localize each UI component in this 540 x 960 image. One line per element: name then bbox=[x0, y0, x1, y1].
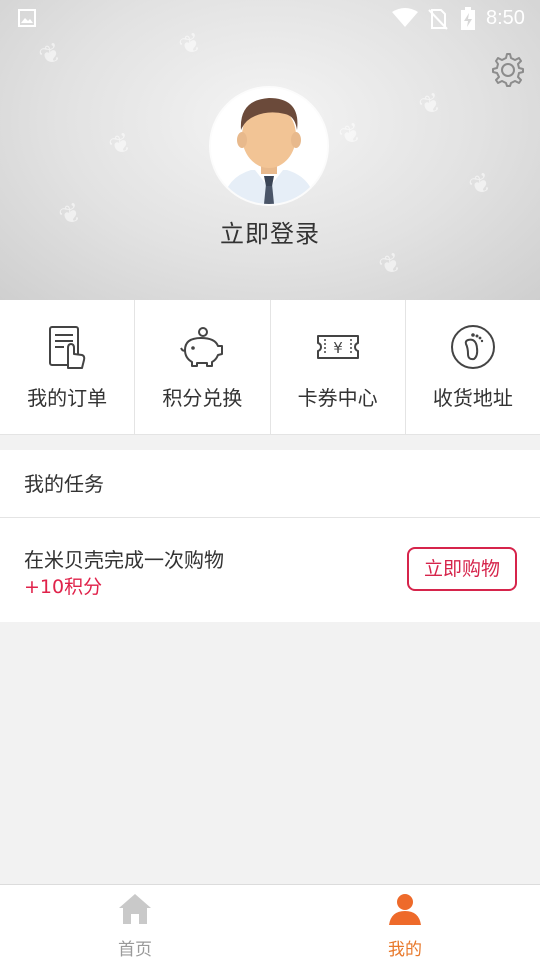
shortcut-label: 收货地址 bbox=[432, 386, 513, 410]
tab-mine[interactable]: 我的 bbox=[270, 885, 540, 960]
shortcut-label: 积分兑换 bbox=[162, 386, 243, 410]
watermark-pattern: ❦ bbox=[104, 126, 138, 164]
login-button[interactable]: 立即登录 bbox=[0, 214, 540, 249]
watermark-pattern: ❦ bbox=[414, 86, 448, 124]
svg-text:¥: ¥ bbox=[333, 339, 343, 357]
shortcut-coupon-center[interactable]: ¥ 卡券中心 bbox=[271, 300, 406, 434]
watermark-pattern: ❦ bbox=[374, 246, 408, 284]
status-bar: 8:50 bbox=[0, 0, 540, 38]
shortcut-label: 我的订单 bbox=[27, 386, 108, 410]
order-list-icon bbox=[49, 326, 86, 369]
profile-header: ❦ ❦ ❦ ❦ ❦ ❦ ❦ ❦ 8:50 立即登录 bbox=[0, 0, 540, 300]
task-points: +10积分 bbox=[24, 576, 103, 598]
shortcut-points-exchange[interactable]: 积分兑换 bbox=[135, 300, 271, 434]
watermark-pattern: ❦ bbox=[464, 166, 498, 204]
shortcut-grid: 我的订单 积分兑换 ¥ 卡券中心 收货地址 bbox=[0, 300, 540, 435]
watermark-pattern: ❦ bbox=[34, 36, 68, 74]
tab-label: 我的 bbox=[388, 940, 422, 960]
footprint-icon bbox=[450, 325, 495, 369]
shortcut-my-orders[interactable]: 我的订单 bbox=[0, 300, 136, 434]
tasks-section: 我的任务 在米贝壳完成一次购物 +10积分 立即购物 bbox=[0, 450, 540, 622]
shop-now-button[interactable]: 立即购物 bbox=[407, 547, 517, 591]
clock-time: 8:50 bbox=[486, 7, 525, 29]
gallery-icon bbox=[18, 9, 36, 27]
default-male-avatar-icon bbox=[211, 88, 327, 204]
coupon-ticket-icon: ¥ bbox=[316, 335, 359, 359]
tab-label: 首页 bbox=[118, 940, 152, 960]
battery-charging-icon bbox=[461, 7, 475, 30]
no-sim-icon bbox=[428, 9, 448, 30]
avatar[interactable] bbox=[211, 88, 327, 204]
shortcut-shipping-address[interactable]: 收货地址 bbox=[406, 300, 540, 434]
task-item: 在米贝壳完成一次购物 +10积分 立即购物 bbox=[0, 518, 540, 622]
piggy-bank-icon bbox=[180, 327, 224, 367]
person-icon bbox=[389, 894, 421, 925]
watermark-pattern: ❦ bbox=[334, 116, 368, 154]
gear-icon[interactable] bbox=[488, 50, 526, 88]
tab-home[interactable]: 首页 bbox=[0, 885, 270, 960]
shortcut-label: 卡券中心 bbox=[297, 386, 378, 410]
home-icon bbox=[119, 894, 151, 924]
wifi-icon bbox=[392, 8, 418, 27]
task-name: 在米贝壳完成一次购物 bbox=[24, 548, 224, 572]
tasks-title: 我的任务 bbox=[0, 450, 540, 518]
bottom-tab-bar: 首页 我的 bbox=[0, 884, 540, 960]
